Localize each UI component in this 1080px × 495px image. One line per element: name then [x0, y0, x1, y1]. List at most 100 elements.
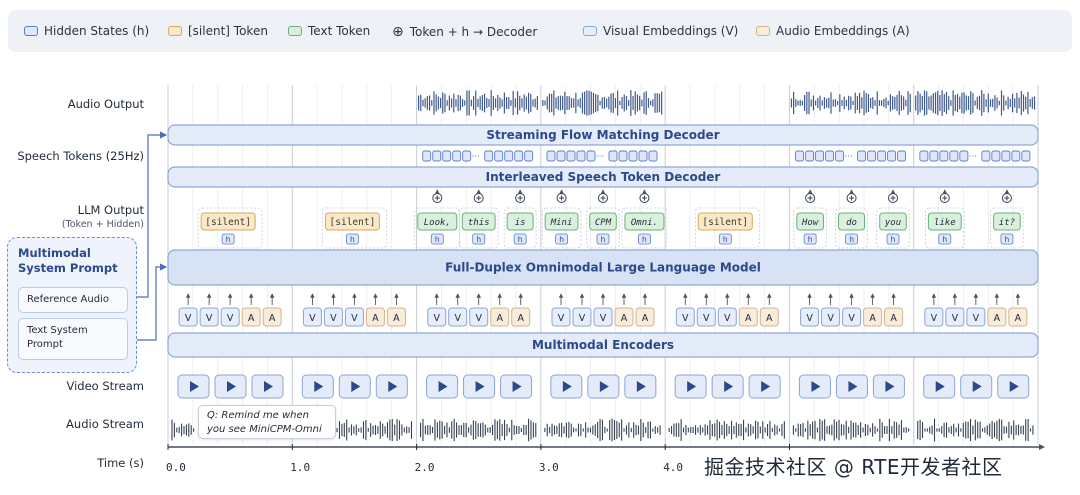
speech-token [618, 150, 628, 162]
speech-token-ellipsis: ··· [471, 152, 480, 162]
hidden-state-label: h [942, 235, 947, 244]
reference-audio-connector [137, 131, 168, 298]
speech-token [494, 150, 504, 162]
hidden-state-label: h [1005, 235, 1010, 244]
streaming-flow-matching-decoder-bar-label: Streaming Flow Matching Decoder [486, 128, 719, 142]
speech-token [867, 150, 877, 162]
speech-token-ellipsis: ··· [969, 152, 978, 162]
hidden-state-label: h [226, 235, 231, 244]
visual-embedding-label: V [475, 313, 482, 324]
time-tick-label: 4.0 [663, 461, 684, 474]
speech-token [462, 150, 472, 162]
text-token-label: Omni. [631, 218, 658, 228]
text-token-label: like [934, 218, 956, 228]
speech-token-ellipsis: ··· [844, 152, 853, 162]
speech-token [939, 150, 949, 162]
speech-token [805, 150, 815, 162]
speech-token [835, 150, 845, 162]
hidden-state-label: h [518, 235, 523, 244]
speech-token [608, 150, 618, 162]
reference-audio-box: Reference Audio [18, 287, 128, 313]
speech-token [795, 150, 805, 162]
multimodal-encoders-bar-label: Multimodal Encoders [532, 338, 674, 352]
text-token-label: Mini [550, 218, 573, 228]
hidden-state-label: h [849, 235, 854, 244]
audio-embedding-label: A [869, 313, 876, 324]
hidden-state-label: h [601, 235, 606, 244]
hidden-state-label: h [642, 235, 647, 244]
audio-embedding-label: A [766, 313, 773, 324]
visual-embedding-label: V [806, 313, 813, 324]
hidden-state-label: h [476, 235, 481, 244]
prompt-title: Multimodal System Prompt [18, 246, 118, 275]
speech-token [484, 150, 494, 162]
text-token-label: CPM [595, 218, 612, 228]
speech-token [897, 150, 907, 162]
speech-token [524, 150, 534, 162]
visual-embedding-label: V [185, 313, 192, 324]
speech-token [628, 150, 638, 162]
visual-embedding-label: V [931, 313, 938, 324]
visual-embedding-label: V [952, 313, 959, 324]
audio-embedding-label: A [269, 313, 276, 324]
speech-token [546, 150, 556, 162]
hidden-state-label: h [435, 235, 440, 244]
hidden-state-label: h [559, 235, 564, 244]
speech-token [566, 150, 576, 162]
text-token-label: do [846, 218, 857, 228]
speech-token [432, 150, 442, 162]
user-query-bubble: Q: Remind me when you see MiniCPM-Omni [198, 405, 336, 439]
speech-token [452, 150, 462, 162]
interleaved-speech-token-decoder-bar-label: Interleaved Speech Token Decoder [486, 170, 721, 184]
time-tick-label: 0.0 [166, 461, 186, 474]
speech-token [919, 150, 929, 162]
audio-embedding-label: A [496, 313, 503, 324]
visual-embedding-label: V [206, 313, 213, 324]
text-token-label: this [468, 218, 490, 228]
speech-token [1011, 150, 1021, 162]
visual-embedding-label: V [600, 313, 607, 324]
speech-token [959, 150, 969, 162]
text-token-label: you [884, 218, 901, 228]
visual-embedding-label: V [454, 313, 461, 324]
visual-embedding-label: V [827, 313, 834, 324]
text-prompt-connector [137, 263, 168, 341]
audio-embedding-label: A [745, 313, 752, 324]
audio-embedding-label: A [517, 313, 524, 324]
speech-token-ellipsis: ··· [596, 152, 605, 162]
visual-embedding-label: V [227, 313, 234, 324]
speech-token [815, 150, 825, 162]
hidden-state-label: h [350, 235, 355, 244]
audio-embedding-label: A [1015, 313, 1022, 324]
visual-embedding-label: V [351, 313, 358, 324]
llm-bar-label: Full-Duplex Omnimodal Large Language Mod… [445, 261, 761, 275]
multimodal-system-prompt: Multimodal System Prompt Reference Audio… [7, 237, 137, 373]
audio-embedding-label: A [621, 313, 628, 324]
speech-token [576, 150, 586, 162]
speech-token [442, 150, 452, 162]
speech-token [887, 150, 897, 162]
visual-embedding-label: V [973, 313, 980, 324]
speech-token [929, 150, 939, 162]
audio-embedding-label: A [372, 313, 379, 324]
text-token-label: How [801, 218, 819, 228]
visual-embedding-label: V [703, 313, 710, 324]
visual-embedding-label: V [330, 313, 337, 324]
speech-token [556, 150, 566, 162]
speech-token [949, 150, 959, 162]
time-tick-label: 3.0 [538, 461, 559, 474]
audio-embedding-label: A [248, 313, 255, 324]
architecture-diagram: Streaming Flow Matching Decoder Interleav… [137, 85, 1045, 450]
speech-token [514, 150, 524, 162]
visual-embedding-label: V [579, 313, 586, 324]
speech-token [825, 150, 835, 162]
silent-token-label: [silent] [330, 217, 376, 228]
time-tick-label: 2.0 [414, 461, 435, 474]
audio-embedding-label: A [642, 313, 649, 324]
text-token-label: Look, [424, 218, 451, 228]
speech-token [877, 150, 887, 162]
text-system-prompt-box: Text System Prompt [18, 318, 128, 360]
speech-token [504, 150, 514, 162]
hidden-state-label: h [723, 235, 728, 244]
time-tick-label: 1.0 [290, 461, 311, 474]
